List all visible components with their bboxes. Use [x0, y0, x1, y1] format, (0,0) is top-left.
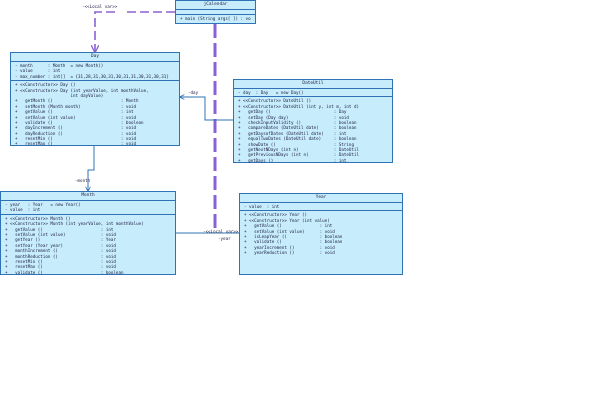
methods-section: + <<Constructor>> Year () + <<Constructo… — [240, 211, 402, 256]
method-row: + main (String args[ ]) : void — [180, 16, 251, 21]
methods-section: + <<Constructor>> Month () + <<Construct… — [1, 215, 175, 276]
methods-section: + <<Constructor>> DateUtil () + <<Constr… — [234, 97, 392, 164]
method-row: + yearReduction () : void — [244, 250, 335, 256]
day-link-label: -day — [188, 90, 199, 95]
attribute-row: - max_number : int[] = {31,28,31,30,31,3… — [15, 73, 169, 79]
attributes-section: - month : Month = new Month() - value : … — [11, 62, 179, 82]
jcalendar-day-dependency — [95, 11, 175, 52]
method-row: + resetMax () : void — [15, 141, 137, 147]
class-year[interactable]: Year - value : int + <<Constructor>> Yea… — [239, 193, 403, 275]
class-title: Year — [240, 194, 402, 203]
methods-section: + main (String args[ ]) : void — [176, 15, 255, 22]
attribute-row: - value : int — [244, 204, 280, 209]
year-local-link-label: -<<Local var>> — [203, 229, 239, 234]
calendar-link-label: -<<Local var>> — [82, 4, 118, 9]
class-title: jCalendar — [176, 1, 255, 10]
year-link-label: -year — [218, 236, 231, 241]
attributes-section: - day : Day = new Day() — [234, 89, 392, 98]
dateutil-day-association — [180, 97, 233, 121]
attributes-section: - year : Year = new Year() - value : int — [1, 201, 175, 215]
class-title: Month — [1, 192, 175, 201]
methods-section: + <<Constructor>> Day () + <<Constructor… — [11, 81, 179, 148]
method-row: + validate () : boolean — [5, 269, 124, 275]
attribute-row: - value : int — [5, 207, 41, 213]
class-jcalendar[interactable]: jCalendar + main (String args[ ]) : void — [175, 0, 256, 24]
attribute-row: - day : Day = new Day() — [238, 90, 304, 95]
month-link-label: -month — [75, 178, 91, 183]
class-dateutil[interactable]: DateUtil - day : Day = new Day() + <<Con… — [233, 79, 393, 163]
class-title: Day — [11, 53, 179, 62]
class-month[interactable]: Month - year : Year = new Year() - value… — [0, 191, 176, 275]
method-row: + getDays () : int — [238, 157, 347, 163]
attributes-section: - value : int — [240, 203, 402, 212]
class-day[interactable]: Day - month : Month = new Month() - valu… — [10, 52, 180, 146]
day-month-association — [88, 146, 95, 191]
class-title: DateUtil — [234, 80, 392, 89]
